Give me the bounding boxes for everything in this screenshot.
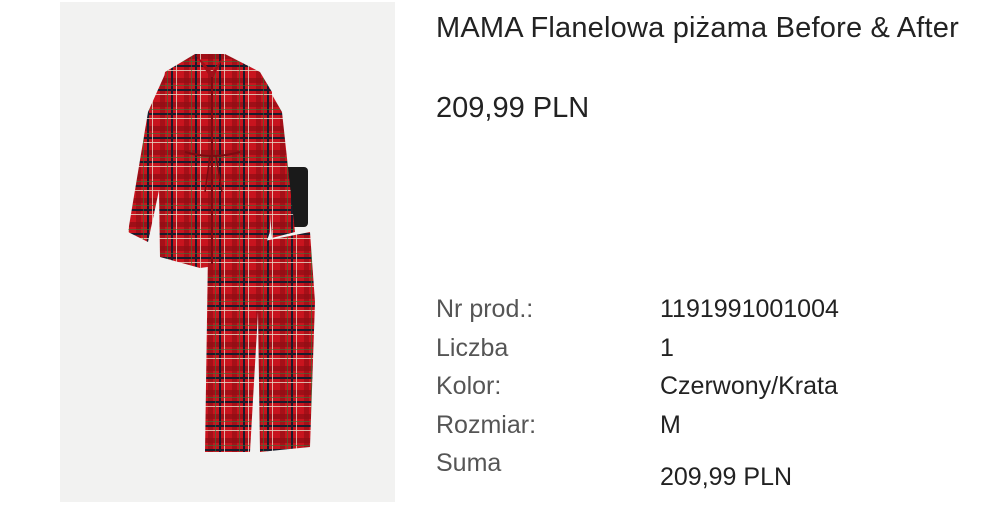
total-label: Suma	[436, 449, 502, 477]
product-number-value: 1191991001004	[660, 295, 839, 323]
size-label: Rozmiar:	[436, 411, 537, 439]
product-image	[60, 2, 395, 502]
pajama-illustration	[128, 54, 315, 452]
color-value: Czerwony/Krata	[660, 372, 838, 400]
quantity-label: Liczba	[436, 334, 509, 362]
product-price: 209,99 PLN	[436, 92, 590, 124]
product-number-label: Nr prod.:	[436, 295, 534, 323]
size-value: M	[660, 411, 681, 439]
quantity-value: 1	[660, 334, 674, 362]
total-value: 209,99 PLN	[660, 463, 793, 491]
product-title: MAMA Flanelowa piżama Before & After	[436, 12, 959, 44]
color-label: Kolor:	[436, 372, 502, 400]
